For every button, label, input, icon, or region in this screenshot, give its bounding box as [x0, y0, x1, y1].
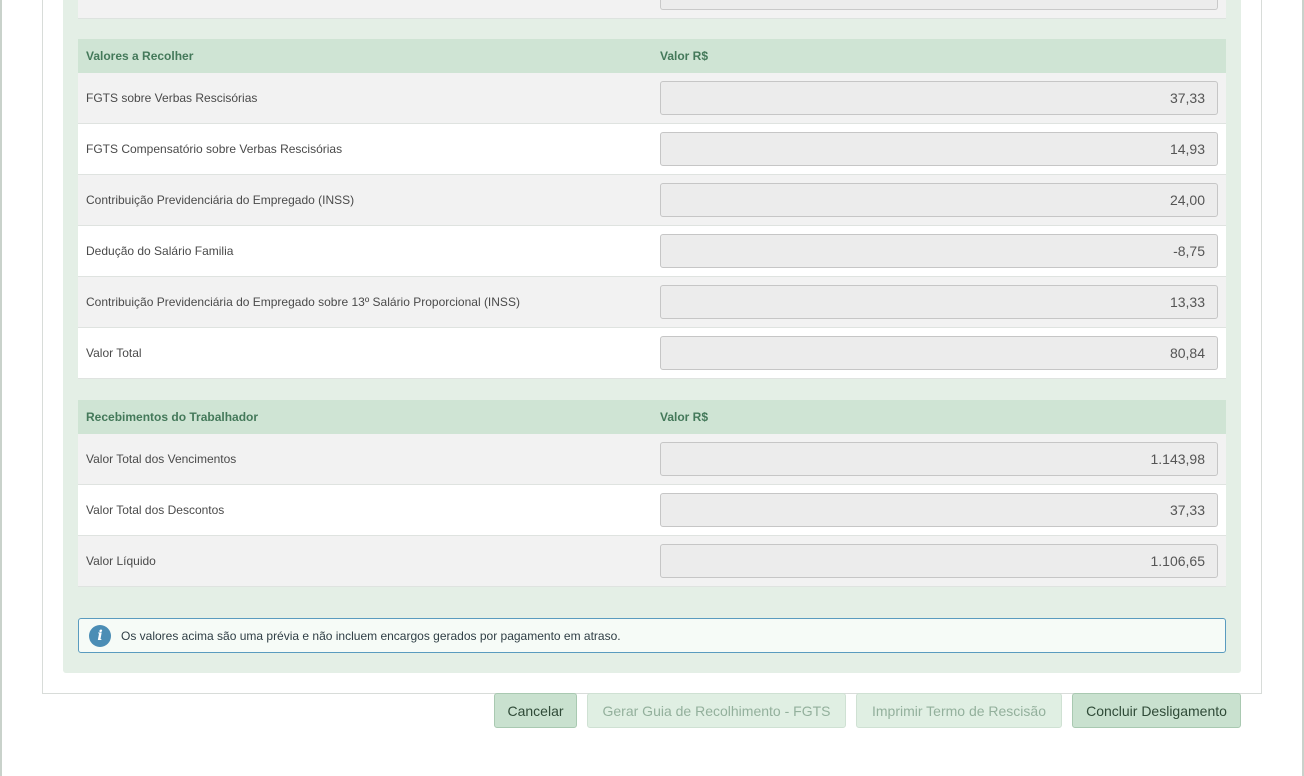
row-label: Valor Total dos Descontos — [86, 503, 225, 517]
table-row: FGTS Compensatório sobre Verbas Rescisór… — [78, 124, 1226, 175]
table-header: Valores a Recolher Valor R$ — [78, 39, 1226, 73]
previous-row — [78, 0, 1226, 19]
imprimir-termo-button[interactable]: Imprimir Termo de Rescisão — [856, 693, 1062, 728]
value-field[interactable]: 80,84 — [660, 336, 1218, 370]
info-notice: i Os valores acima são uma prévia e não … — [78, 618, 1226, 653]
value-field[interactable]: 14,93 — [660, 132, 1218, 166]
header-label: Recebimentos do Trabalhador — [86, 410, 259, 424]
gerar-guia-fgts-button[interactable]: Gerar Guia de Recolhimento - FGTS — [587, 693, 846, 728]
table-row: Valor Total dos Vencimentos 1.143,98 — [78, 434, 1226, 485]
row-label: FGTS Compensatório sobre Verbas Rescisór… — [86, 142, 343, 156]
table-row: Valor Líquido 1.106,65 — [78, 536, 1226, 587]
table-row: Valor Total 80,84 — [78, 328, 1226, 379]
value-field[interactable]: 13,33 — [660, 285, 1218, 319]
value-field[interactable]: 1.106,65 — [660, 544, 1218, 578]
row-label: Valor Total — [86, 346, 142, 360]
concluir-desligamento-button[interactable]: Concluir Desligamento — [1072, 693, 1241, 728]
value-field[interactable]: 24,00 — [660, 183, 1218, 217]
value-field[interactable]: -8,75 — [660, 234, 1218, 268]
table-row: Dedução do Salário Familia -8,75 — [78, 226, 1226, 277]
row-label: Dedução do Salário Familia — [86, 244, 234, 258]
cancel-button[interactable]: Cancelar — [494, 693, 577, 728]
table-row: FGTS sobre Verbas Rescisórias 37,33 — [78, 73, 1226, 124]
window-border-left — [0, 0, 2, 776]
row-label: Contribuição Previdenciária do Empregado… — [86, 193, 355, 207]
table-header: Recebimentos do Trabalhador Valor R$ — [78, 400, 1226, 434]
info-text: Os valores acima são uma prévia e não in… — [121, 628, 621, 643]
valores-recolher-table: Valores a Recolher Valor R$ FGTS sobre V… — [78, 39, 1226, 379]
header-value: Valor R$ — [660, 410, 709, 424]
row-label: Valor Líquido — [86, 554, 156, 568]
value-field[interactable]: 37,33 — [660, 493, 1218, 527]
previous-row-field[interactable] — [660, 0, 1218, 10]
table-row: Contribuição Previdenciária do Empregado… — [78, 175, 1226, 226]
value-field[interactable]: 37,33 — [660, 81, 1218, 115]
page: Valores a Recolher Valor R$ FGTS sobre V… — [0, 0, 1304, 776]
header-value: Valor R$ — [660, 49, 709, 63]
row-label: Valor Total dos Vencimentos — [86, 452, 237, 466]
row-label: Contribuição Previdenciária do Empregado… — [86, 295, 520, 309]
header-label: Valores a Recolher — [86, 49, 194, 63]
table-row: Valor Total dos Descontos 37,33 — [78, 485, 1226, 536]
table-row: Contribuição Previdenciária do Empregado… — [78, 277, 1226, 328]
row-label: FGTS sobre Verbas Rescisórias — [86, 91, 258, 105]
value-field[interactable]: 1.143,98 — [660, 442, 1218, 476]
recebimentos-table: Recebimentos do Trabalhador Valor R$ Val… — [78, 400, 1226, 587]
info-icon: i — [89, 624, 111, 647]
